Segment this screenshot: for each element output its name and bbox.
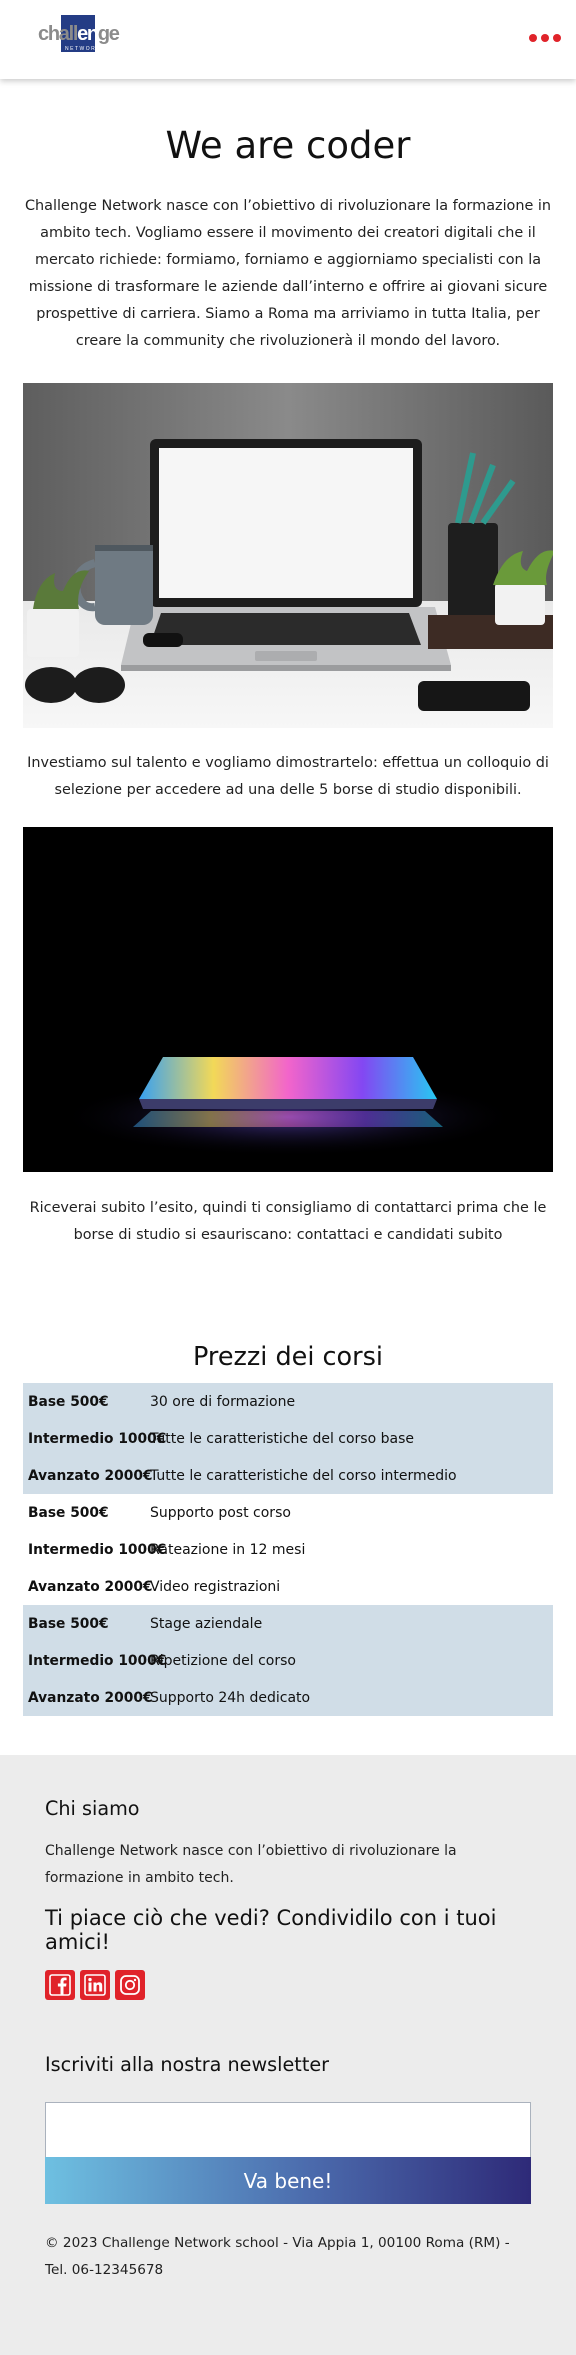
about-title: Chi siamo [45,1797,140,1820]
contact-text: Riceverai subito l’esito, quindi ti cons… [29,1200,547,1243]
course-name: Base 500€ [28,1504,109,1521]
price-row: Base 500€ Stage aziendale [23,1605,553,1642]
glowing-laptop-photo [23,827,553,1172]
course-name: Avanzato 2000€ [28,1467,153,1484]
newsletter-email-input[interactable] [45,2102,531,2157]
price-group: Base 500€ 30 ore di formazione Intermedio… [23,1383,553,1494]
price-row: Avanzato 2000€ Video registrazioni [23,1568,553,1605]
logo-text-start: chall [38,23,78,45]
course-feature: Rateazione in 12 mesi [150,1541,306,1558]
logo-word: challenge [38,23,120,46]
course-feature: Stage aziendale [150,1615,263,1632]
page-title: We are coder [165,124,411,167]
price-group: Base 500€ Supporto post corso Intermedio … [23,1494,553,1605]
course-feature: Supporto 24h dedicato [150,1689,311,1706]
newsletter-title: Iscriviti alla nostra newsletter [45,2053,330,2076]
linkedin-icon[interactable] [80,1970,110,2000]
course-feature: Tutte le caratteristiche del corso inter… [150,1467,457,1484]
menu-dot [541,34,549,42]
price-group: Base 500€ Stage aziendale Intermedio 1000… [23,1605,553,1716]
newsletter-submit-button[interactable]: Va bene! [45,2157,531,2204]
site-footer: Chi siamo Challenge Network nasce con l’… [0,1755,576,2355]
menu-dot [529,34,537,42]
laptop-desk-photo [23,383,553,728]
logo-text-mid: en [77,23,99,45]
price-row: Avanzato 2000€ Tutte le caratteristiche d… [23,1457,553,1494]
challenge-network-logo[interactable]: challenge NETWORK [38,15,122,55]
intro-section: We are coder Challenge Network nasce con… [0,123,576,355]
prices-title: Prezzi dei corsi [192,1342,384,1372]
course-name: Intermedio 1000€ [28,1652,167,1669]
about-text: Challenge Network nasce con l’obiettivo … [45,1843,457,1886]
price-row: Avanzato 2000€ Supporto 24h dedicato [23,1679,553,1716]
linkedin-glyph [84,1974,106,1996]
prices-table: Base 500€ 30 ore di formazione Intermedio… [23,1383,553,1716]
intro-paragraph: Challenge Network nasce con l’obiettivo … [24,198,552,349]
facebook-glyph [49,1974,71,1996]
course-feature: Ripetizione del corso [150,1652,296,1669]
share-title: Ti piace ciò che vedi? Condividilo con i… [45,1906,497,1954]
more-dots-icon[interactable] [529,26,561,50]
course-name: Avanzato 2000€ [28,1578,153,1595]
menu-dot [553,34,561,42]
course-name: Base 500€ [28,1615,109,1632]
course-name: Base 500€ [28,1393,109,1410]
price-row: Intermedio 1000€ Tutte le caratteristiche… [23,1420,553,1457]
course-name: Avanzato 2000€ [28,1689,153,1706]
logo-subtext: NETWORK [65,46,102,52]
copyright-text: © 2023 Challenge Network school - Via Ap… [45,2235,510,2278]
price-row: Intermedio 1000€ Rateazione in 12 mesi [23,1531,553,1568]
price-row: Base 500€ Supporto post corso [23,1494,553,1531]
course-feature: 30 ore di formazione [150,1393,296,1410]
course-feature: Tutte le caratteristiche del corso base [150,1430,414,1447]
course-name: Intermedio 1000€ [28,1430,167,1447]
facebook-icon[interactable] [45,1970,75,2000]
course-feature: Supporto post corso [150,1504,291,1521]
instagram-glyph [120,1975,140,1995]
site-header: challenge NETWORK [0,0,576,79]
instagram-icon[interactable] [115,1970,145,2000]
price-row: Intermedio 1000€ Ripetizione del corso [23,1642,553,1679]
scholarship-text: Investiamo sul talento e vogliamo dimost… [27,755,549,798]
social-links [45,1970,531,2000]
course-name: Intermedio 1000€ [28,1541,167,1558]
course-feature: Video registrazioni [150,1578,281,1595]
logo-text-end: ge [97,23,120,45]
price-row: Base 500€ 30 ore di formazione [23,1383,553,1420]
